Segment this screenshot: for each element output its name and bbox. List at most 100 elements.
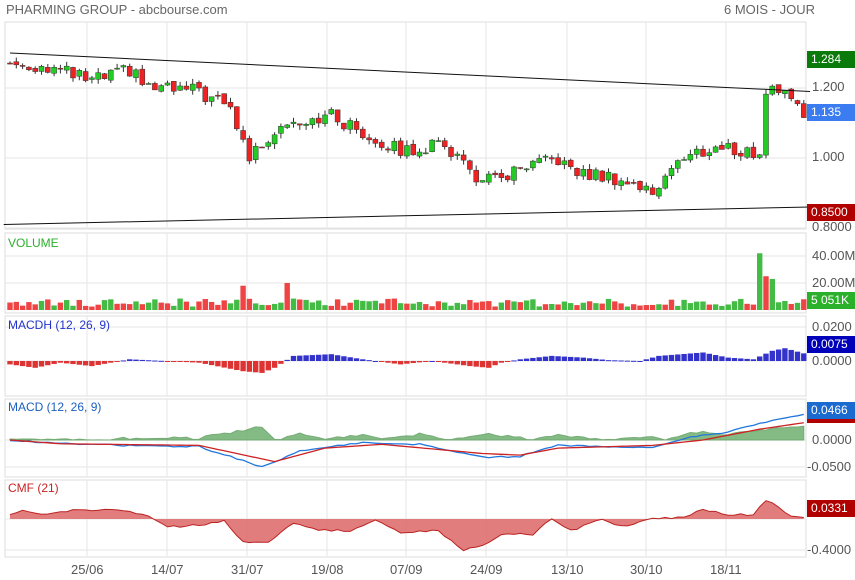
- macdh-bar: [108, 361, 114, 363]
- volume-bar: [530, 299, 536, 310]
- macdh-bar: [498, 361, 505, 363]
- macd-last-label: 0.0466: [807, 402, 855, 423]
- volume-bar: [442, 302, 448, 310]
- macdh-bar: [397, 361, 404, 365]
- candle: [486, 173, 492, 183]
- candle: [498, 173, 505, 178]
- volume-bar: [95, 304, 101, 310]
- low-price-label: 0.8500: [807, 204, 855, 221]
- candle: [656, 188, 662, 197]
- candle: [523, 168, 530, 171]
- volume-bar: [385, 298, 391, 310]
- volume-bar: [253, 303, 259, 310]
- candle: [630, 182, 637, 184]
- macdh-bar: [290, 355, 297, 361]
- cmf-last-label: 0.0331: [807, 500, 855, 517]
- volume-bar: [498, 302, 505, 310]
- candle: [70, 67, 76, 79]
- macdh-bar: [416, 361, 423, 363]
- macdh-bar: [196, 361, 202, 363]
- macdh-bar: [700, 352, 706, 361]
- macdh-bar: [593, 358, 599, 361]
- candle: [454, 153, 461, 156]
- macdh-bar: [334, 355, 341, 361]
- candle: [738, 153, 744, 157]
- macdh-title: MACDH (12, 26, 9): [8, 318, 111, 332]
- volume-title: VOLUME: [8, 236, 59, 250]
- candle: [504, 175, 511, 181]
- volume-bar: [108, 299, 114, 310]
- candle: [605, 171, 612, 181]
- price-tick: 1.000: [812, 149, 845, 164]
- volume-bar: [353, 299, 360, 310]
- volume-bar: [202, 299, 208, 310]
- volume-bar: [725, 304, 731, 310]
- candle: [429, 139, 435, 152]
- macdh-bar: [530, 357, 536, 361]
- chart-svg: [3, 21, 811, 558]
- candle: [435, 140, 442, 142]
- macdh-bar: [448, 361, 454, 364]
- volume-bar: [568, 303, 574, 310]
- candle: [63, 65, 70, 71]
- volume-bar: [599, 303, 605, 310]
- macdh-bar: [618, 360, 624, 362]
- volume-bar: [769, 278, 775, 310]
- candle: [492, 172, 498, 176]
- macdh-bar: [404, 361, 410, 364]
- candle: [290, 121, 297, 124]
- volume-bar: [89, 306, 95, 310]
- volume-bar: [448, 305, 454, 310]
- volume-bar: [731, 301, 738, 310]
- macdh-bar: [26, 361, 32, 367]
- macdh-bar: [624, 360, 631, 362]
- volume-bar: [145, 302, 152, 310]
- macdh-tick: 0.0200: [812, 319, 852, 334]
- volume-bar: [221, 300, 227, 310]
- candle: [467, 160, 473, 170]
- candle: [297, 123, 303, 126]
- macdh-bar: [410, 361, 416, 364]
- macdh-bar: [561, 356, 568, 361]
- volume-bar: [517, 302, 523, 310]
- volume-bar: [133, 301, 139, 310]
- macd-tick: -0.0500: [807, 459, 852, 474]
- volume-bar: [13, 301, 19, 310]
- x-axis-label: 30/10: [630, 562, 663, 577]
- macd-title: MACD (12, 26, 9): [8, 400, 102, 414]
- candle: [794, 100, 801, 105]
- candle: [252, 146, 259, 160]
- macdh-bar: [114, 361, 120, 362]
- macdh-bar: [171, 361, 177, 362]
- candle: [731, 142, 738, 156]
- candle: [271, 134, 278, 145]
- candle: [139, 68, 146, 85]
- macdh-bar: [725, 357, 731, 361]
- macdh-bar: [127, 359, 133, 361]
- volume-bar: [624, 306, 631, 310]
- candle: [719, 144, 725, 150]
- candle: [322, 114, 328, 124]
- candle: [706, 152, 713, 156]
- candle: [404, 145, 410, 157]
- macdh-bar: [385, 361, 391, 363]
- volume-bar: [561, 301, 568, 310]
- candle: [586, 169, 593, 180]
- macdh-bar: [612, 360, 618, 362]
- volume-bar: [271, 303, 278, 310]
- volume-bar: [429, 306, 435, 310]
- candle: [215, 94, 221, 97]
- volume-bar: [404, 303, 410, 310]
- macdh-bar: [253, 361, 259, 373]
- macdh-bar: [391, 361, 397, 364]
- macdh-bar: [221, 361, 227, 368]
- candle: [448, 147, 454, 157]
- candle: [133, 69, 139, 78]
- volume-bar: [316, 300, 322, 310]
- macdh-bar: [574, 357, 580, 361]
- macdh-bar: [316, 354, 322, 361]
- macdh-bar: [542, 356, 549, 361]
- macdh-bar: [750, 359, 757, 361]
- volume-bar: [127, 304, 133, 310]
- macdh-bar: [605, 360, 612, 362]
